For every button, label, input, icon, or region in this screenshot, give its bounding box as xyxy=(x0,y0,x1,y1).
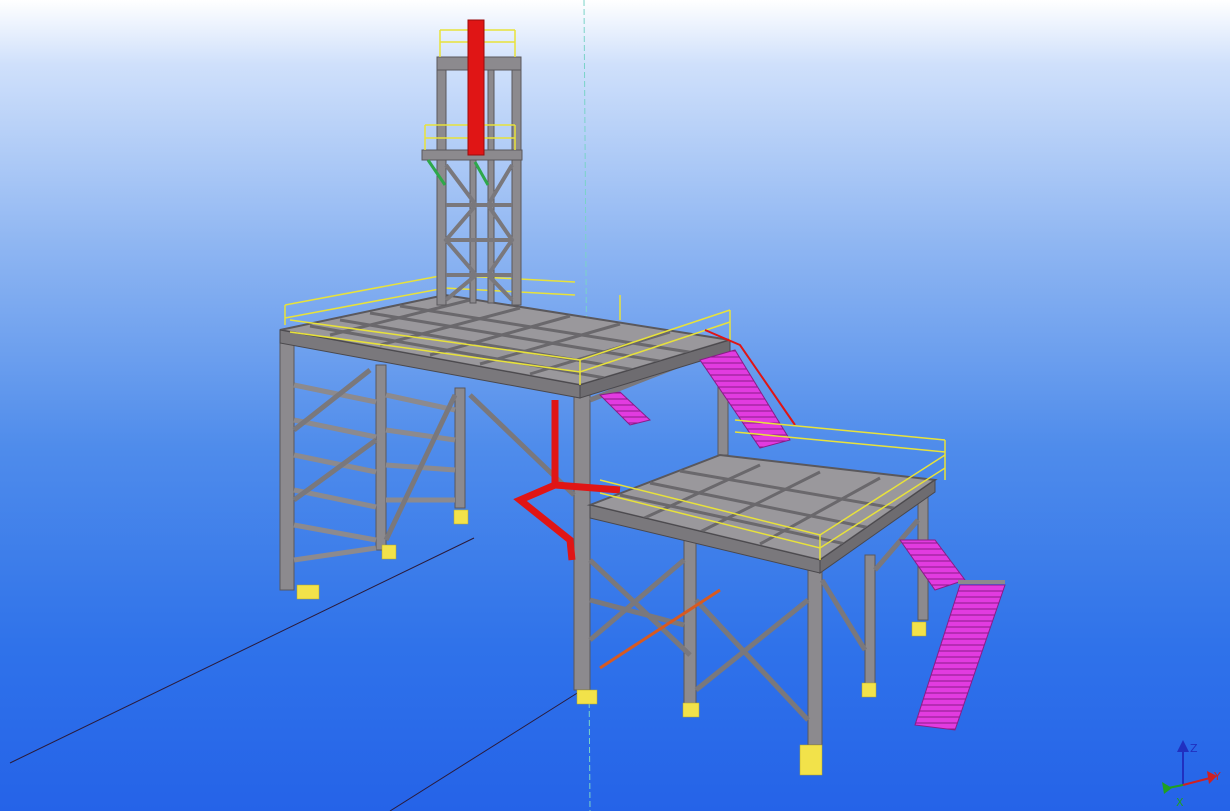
y-axis-label: Y xyxy=(1213,770,1221,783)
z-axis-label: Z xyxy=(1190,742,1198,755)
process-pipe[interactable] xyxy=(513,400,621,561)
column-left-back[interactable] xyxy=(454,387,466,509)
lower-platform[interactable] xyxy=(586,419,946,746)
ground-grid-line-2 xyxy=(389,684,591,811)
column-center-front[interactable] xyxy=(573,384,591,691)
3d-model-viewport[interactable]: Z Y X xyxy=(0,0,1230,811)
column-left-front[interactable] xyxy=(279,334,295,591)
tower-structure[interactable] xyxy=(421,19,523,306)
flare-pipe[interactable] xyxy=(467,19,485,156)
x-axis-arrow-icon xyxy=(1162,782,1172,794)
y-axis-line xyxy=(1182,777,1211,786)
ground-grid-line-1 xyxy=(9,537,475,764)
structure-scene[interactable]: Z Y X xyxy=(0,0,1230,811)
x-axis-label: X xyxy=(1176,796,1184,809)
column-left-mid[interactable] xyxy=(375,364,387,551)
z-axis-arrow-icon xyxy=(1177,740,1189,752)
axis-triad: Z Y X xyxy=(1162,740,1221,809)
